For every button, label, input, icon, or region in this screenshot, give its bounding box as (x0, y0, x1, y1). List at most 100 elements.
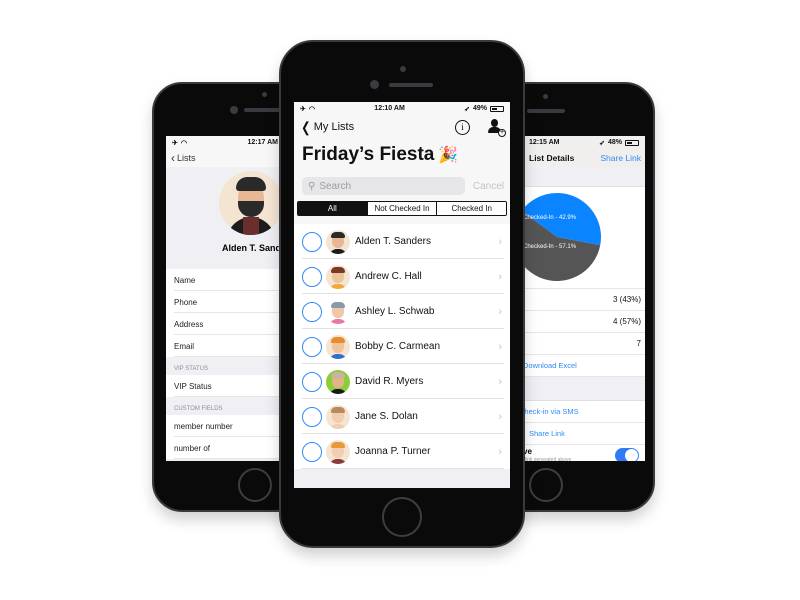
checkin-pie-chart: Checked-In - 42.9% Checked-In - 57.1% (523, 187, 645, 289)
location-icon: ➶ (599, 139, 605, 147)
nav-bar: List Details Share Link (523, 149, 645, 167)
checkin-circle[interactable] (302, 441, 322, 462)
proximity-sensor (262, 92, 267, 97)
pie-svg (523, 193, 601, 281)
guest-row[interactable]: Alden T. Sanders › (294, 224, 510, 259)
status-time: 12:10 AM (374, 105, 405, 112)
chevron-left-icon: ‹ (171, 151, 175, 165)
checkin-circle[interactable] (302, 231, 322, 252)
guest-avatar (326, 404, 350, 429)
page-title: Friday’s Fiesta 🎉 (294, 139, 510, 169)
guest-avatar (326, 229, 350, 254)
live-toggle-switch[interactable] (615, 448, 639, 461)
earpiece-speaker (527, 109, 565, 113)
front-camera (230, 106, 238, 114)
battery-icon (625, 139, 639, 146)
checkin-circle[interactable] (302, 406, 322, 427)
search-input[interactable]: ⚲ Search (302, 177, 465, 195)
segment-all[interactable]: All (298, 202, 367, 215)
guest-avatar (326, 264, 350, 289)
toggle-subtitle: re link generated above (523, 457, 572, 461)
front-camera (370, 80, 379, 89)
guest-row[interactable]: David R. Myers › (294, 364, 510, 399)
download-excel-link[interactable]: Download Excel (523, 355, 645, 377)
guest-name: Ashley L. Schwab (355, 306, 435, 317)
phone-center: ✈ ◠ 12:10 AM ➶ 49% ❮ My Lists i + Friday’s… (279, 40, 525, 548)
search-placeholder: Search (319, 180, 352, 192)
segment-checked-in[interactable]: Checked In (436, 202, 506, 215)
chevron-right-icon: › (498, 410, 502, 423)
airplane-icon: ✈ (172, 139, 178, 147)
add-user-icon[interactable]: + (488, 119, 506, 137)
pie-label-0: Checked-In - 42.9% (523, 215, 577, 221)
home-button[interactable] (382, 497, 422, 537)
chevron-right-icon: › (498, 340, 502, 353)
nav-bar: ❮ My Lists i + (294, 115, 510, 139)
chevron-right-icon: › (498, 270, 502, 283)
location-icon: ➶ (464, 105, 470, 113)
toggle-row: ve re link generated above (523, 445, 645, 461)
segment-not-checked-in[interactable]: Not Checked In (366, 202, 437, 215)
guest-row[interactable]: Bobby C. Carmean › (294, 329, 510, 364)
search-icon: ⚲ (308, 180, 316, 192)
battery-percent: 48% (607, 139, 622, 146)
guest-row[interactable]: Jane S. Dolan › (294, 399, 510, 434)
guest-row[interactable]: Joanna P. Turner › (294, 434, 510, 469)
guest-name: Jane S. Dolan (355, 411, 418, 422)
app-showcase: ✈ ◠ 12:17 AM ‹ Lists Alden T. Sanders Nam… (0, 0, 800, 600)
guest-list-screen: ✈ ◠ 12:10 AM ➶ 49% ❮ My Lists i + Friday’s… (294, 102, 510, 488)
chevron-right-icon: › (498, 445, 502, 458)
checkin-circle[interactable] (302, 371, 322, 392)
guest-row[interactable]: Andrew C. Hall › (294, 259, 510, 294)
stat-checked-in: 3 (43%) (523, 289, 645, 311)
guest-name: Joanna P. Turner (355, 446, 431, 457)
nav-title: List Details (529, 153, 575, 163)
share-link-button[interactable]: Share Link (523, 423, 645, 445)
status-time: 12:15 AM (529, 139, 560, 146)
stat-not-checked-in: 4 (57%) (523, 311, 645, 333)
battery-icon (489, 105, 504, 112)
guest-avatar (326, 299, 350, 324)
share-link-nav-button[interactable]: Share Link (600, 153, 641, 163)
checkin-circle[interactable] (302, 301, 322, 322)
chevron-right-icon: › (498, 235, 502, 248)
page-title-text: Friday’s Fiesta (302, 144, 435, 165)
guest-avatar (326, 369, 350, 394)
back-label: Lists (177, 153, 196, 163)
earpiece-speaker (389, 83, 433, 87)
checkin-sms-link[interactable]: Check-in via SMS (523, 401, 645, 423)
chevron-left-icon: ❮ (301, 119, 311, 135)
earpiece-speaker (244, 108, 284, 112)
proximity-sensor (400, 66, 406, 72)
guest-avatar (326, 334, 350, 359)
guest-name: David R. Myers (355, 376, 424, 387)
info-icon[interactable]: i (455, 119, 470, 135)
home-button[interactable] (529, 468, 563, 502)
filter-segmented-control: All Not Checked In Checked In (297, 201, 507, 216)
airplane-icon: ✈ (300, 105, 306, 113)
stat-total: 7 (523, 333, 645, 355)
checkin-circle[interactable] (302, 336, 322, 357)
party-popper-icon: 🎉 (438, 147, 459, 164)
chevron-right-icon: › (498, 375, 502, 388)
guest-name: Bobby C. Carmean (355, 341, 441, 352)
battery-percent: 49% (472, 105, 487, 112)
guest-row[interactable]: Ashley L. Schwab › (294, 294, 510, 329)
checkin-circle[interactable] (302, 266, 322, 287)
wifi-icon: ◠ (180, 139, 187, 147)
list-details-screen: 12:15 AM ➶ 48% List Details Share Link Ch… (523, 136, 645, 461)
home-button[interactable] (238, 468, 272, 502)
wifi-icon: ◠ (308, 105, 315, 113)
back-button[interactable]: ❮ My Lists (300, 120, 354, 134)
status-time: 12:17 AM (247, 139, 278, 146)
status-bar: 12:15 AM ➶ 48% (523, 136, 645, 149)
status-bar: ✈ ◠ 12:10 AM ➶ 49% (294, 102, 510, 115)
guest-list: Alden T. Sanders › Andrew C. Hall › Ashley L… (294, 224, 510, 469)
cancel-button[interactable]: Cancel (473, 181, 504, 192)
guest-avatar (326, 439, 350, 464)
pie-label-1: Checked-In - 57.1% (523, 244, 577, 250)
back-label: My Lists (313, 121, 355, 133)
guest-name: Andrew C. Hall (355, 271, 422, 282)
contact-avatar (219, 171, 283, 235)
proximity-sensor (543, 94, 548, 99)
